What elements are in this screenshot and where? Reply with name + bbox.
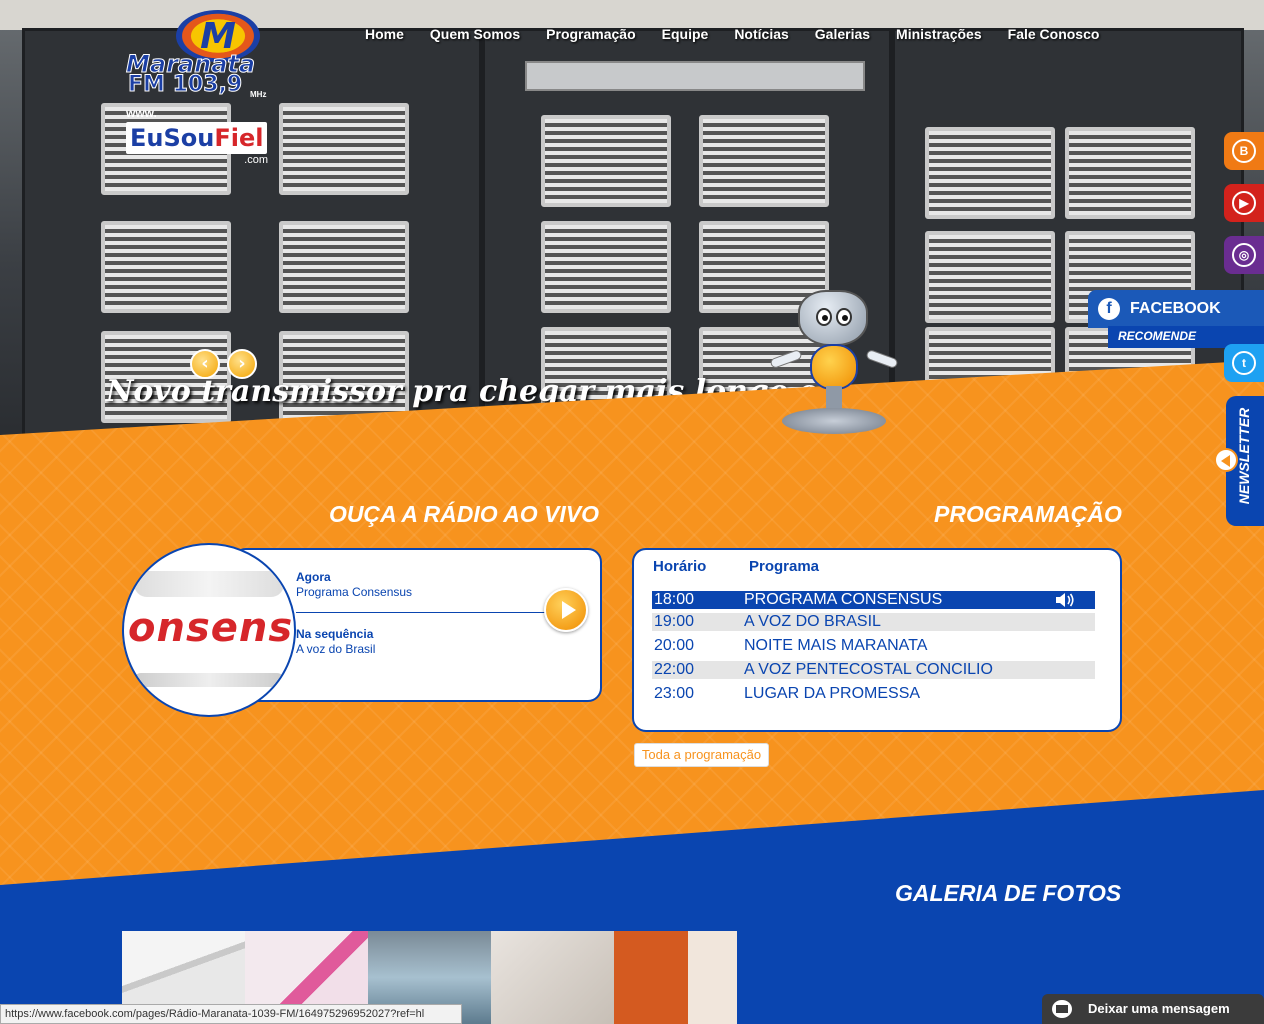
mascot-arm-left	[769, 348, 803, 370]
next-label: Na sequência	[296, 627, 374, 641]
nav-noticias[interactable]: Notícias	[734, 26, 788, 42]
rack-grille	[1065, 127, 1195, 219]
mascot-base	[782, 408, 886, 434]
nav-equipe[interactable]: Equipe	[662, 26, 709, 42]
site-logo[interactable]: M Maranata FM 103,9 MHz	[125, 10, 276, 100]
eusoufiel-eu: EuSou	[130, 124, 215, 152]
rack-grille	[279, 103, 409, 195]
newsletter-arrow-icon[interactable]	[1214, 448, 1238, 472]
main-nav: Home Quem Somos Programação Equipe Notíc…	[352, 26, 1112, 42]
rack-panel	[525, 61, 865, 91]
live-divider	[296, 612, 548, 613]
eusoufiel-fiel: Fiel	[214, 124, 264, 152]
logo-mhz: MHz	[250, 90, 267, 99]
full-schedule-button[interactable]: Toda a programação	[634, 743, 769, 767]
eusoufiel-wordmark: EuSouFiel	[126, 122, 268, 154]
live-cover-image: onsens	[122, 543, 296, 717]
schedule-program: A VOZ PENTECOSTAL CONCILIO	[744, 661, 993, 678]
rack-grille	[699, 115, 829, 207]
mascot-head	[798, 290, 868, 346]
twitter-icon: t	[1232, 351, 1256, 375]
cover-blur	[134, 571, 284, 597]
blogger-button[interactable]: B	[1224, 132, 1264, 170]
nav-ministracoes[interactable]: Ministrações	[896, 26, 982, 42]
schedule-program: NOITE MAIS MARANATA	[744, 637, 928, 654]
speaker-icon	[1056, 593, 1074, 607]
schedule-time: 23:00	[654, 685, 695, 702]
newsletter-label: NEWSLETTER	[1236, 407, 1252, 505]
schedule-row[interactable]: 20:00 NOITE MAIS MARANATA	[652, 637, 1095, 655]
facebook-label: FACEBOOK	[1130, 300, 1221, 317]
nav-galerias[interactable]: Galerias	[815, 26, 870, 42]
eusoufiel-www: www.	[126, 106, 157, 120]
rack-grille	[925, 127, 1055, 219]
twitter-button[interactable]: t	[1224, 344, 1264, 382]
schedule-row[interactable]: 23:00 LUGAR DA PROMESSA	[652, 685, 1095, 703]
youtube-icon: ▶	[1232, 191, 1256, 215]
rack-grille	[279, 221, 409, 313]
instagram-icon: ◎	[1232, 243, 1256, 267]
youtube-button[interactable]: ▶	[1224, 184, 1264, 222]
envelope-icon	[1052, 1000, 1072, 1018]
mascot-eye	[836, 308, 852, 326]
facebook-recommend-label: RECOMENDE	[1118, 329, 1197, 343]
nav-home[interactable]: Home	[365, 26, 404, 42]
eusoufiel-logo[interactable]: www. EuSouFiel .com	[126, 106, 272, 168]
rack-grille	[925, 231, 1055, 323]
mascot-body	[810, 344, 858, 390]
facebook-tab[interactable]: f FACEBOOK	[1088, 290, 1264, 328]
cover-text: onsens	[128, 605, 294, 651]
nav-programacao[interactable]: Programação	[546, 26, 635, 42]
schedule-time: 19:00	[654, 613, 695, 630]
schedule-program: PROGRAMA CONSENSUS	[744, 591, 943, 608]
schedule-section-title: PROGRAMAÇÃO	[934, 501, 1122, 527]
facebook-icon: f	[1098, 298, 1120, 320]
browser-status-url: https://www.facebook.com/pages/Rádio-Mar…	[0, 1004, 462, 1024]
instagram-button[interactable]: ◎	[1224, 236, 1264, 274]
schedule-row[interactable]: 19:00 A VOZ DO BRASIL	[652, 613, 1095, 631]
schedule-time: 22:00	[654, 661, 695, 678]
schedule-col-program: Programa	[749, 558, 820, 575]
gallery-thumb[interactable]	[491, 931, 614, 1024]
live-section-title: OUÇA A RÁDIO AO VIVO	[329, 501, 600, 527]
blogger-icon: B	[1232, 139, 1256, 163]
leave-message-button[interactable]: Deixar uma mensagem	[1042, 994, 1264, 1024]
rack-grille	[101, 221, 231, 313]
nav-quem-somos[interactable]: Quem Somos	[430, 26, 520, 42]
nav-fale-conosco[interactable]: Fale Conosco	[1008, 26, 1100, 42]
schedule-col-time: Horário	[653, 558, 707, 575]
play-icon[interactable]	[544, 588, 588, 632]
gallery-section-title: GALERIA DE FOTOS	[895, 880, 1122, 906]
logo-frequency: FM 103,9	[127, 72, 243, 98]
now-program: Programa Consensus	[296, 585, 413, 599]
rack-grille	[541, 115, 671, 207]
mascot-arm-right	[865, 348, 899, 370]
schedule-row[interactable]: 22:00 A VOZ PENTECOSTAL CONCILIO	[652, 661, 1095, 679]
schedule-time: 20:00	[654, 637, 695, 654]
mascot-illustration	[769, 290, 910, 440]
gallery-thumb[interactable]	[614, 931, 737, 1024]
rack-grille	[541, 221, 671, 313]
leave-message-label: Deixar uma mensagem	[1088, 1001, 1230, 1016]
mascot-eye	[816, 308, 832, 326]
schedule-program: LUGAR DA PROMESSA	[744, 685, 921, 702]
now-label: Agora	[296, 570, 331, 584]
schedule-row-current[interactable]: 18:00 PROGRAMA CONSENSUS	[652, 591, 1095, 609]
schedule-program: A VOZ DO BRASIL	[744, 613, 881, 630]
eusoufiel-com: .com	[244, 154, 268, 166]
next-program: A voz do Brasil	[296, 642, 376, 656]
schedule-time: 18:00	[654, 591, 695, 608]
cover-blur	[134, 673, 284, 687]
